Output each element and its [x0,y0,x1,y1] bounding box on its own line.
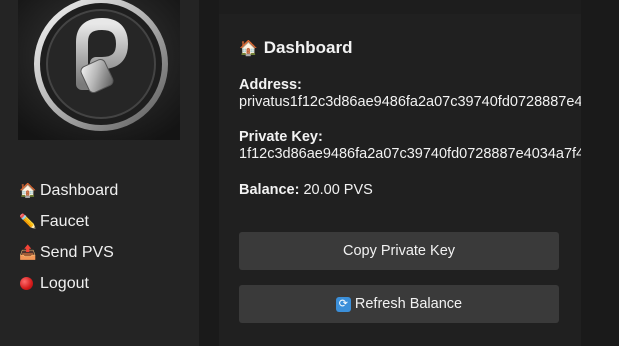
sidebar-item-logout[interactable]: Logout [19,268,118,299]
address-label: Address: [239,77,302,93]
address-value: privatus1f12c3d86ae9486fa2a07c39740fd072… [239,94,581,110]
sidebar-item-label: Faucet [40,212,89,230]
balance-field: Balance: 20.00 PVS [239,182,373,198]
balance-value: 20.00 PVS [303,182,373,198]
private-key-label: Private Key: [239,129,323,145]
outbox-tray-icon: 📤 [19,244,37,260]
refresh-balance-label: Refresh Balance [354,296,463,312]
private-key-field: Private Key: 1f12c3d86ae9486fa2a07c39740… [239,129,581,162]
page-title-text: Dashboard [263,38,353,57]
private-key-value: 1f12c3d86ae9486fa2a07c39740fd0728887e403… [239,146,581,162]
logo-icon [18,0,180,140]
dashboard-panel: 🏠 Dashboard Address: privatus1f12c3d86ae… [219,14,581,346]
house-icon: 🏠 [19,182,37,198]
privatus-logo [18,0,180,140]
refresh-balance-button[interactable]: ⟳ Refresh Balance [239,285,559,323]
sidebar: 🏠 Dashboard ✏️ Faucet 📤 Send PVS Logout [0,0,199,346]
sidebar-item-faucet[interactable]: ✏️ Faucet [19,206,118,237]
sidebar-nav: 🏠 Dashboard ✏️ Faucet 📤 Send PVS Logout [19,175,118,299]
pencil-icon: ✏️ [19,213,37,229]
address-field: Address: privatus1f12c3d86ae9486fa2a07c3… [239,77,581,110]
page-title: 🏠 Dashboard [239,38,352,58]
copy-private-key-label: Copy Private Key [342,243,456,259]
sidebar-item-label: Logout [40,274,89,292]
copy-private-key-button[interactable]: Copy Private Key [239,232,559,270]
house-icon: 🏠 [239,40,258,57]
sidebar-item-label: Send PVS [40,243,114,261]
layout-gutter [199,0,219,346]
refresh-icon: ⟳ [335,296,351,312]
right-gutter [581,0,619,346]
red-circle-icon [20,277,33,290]
sidebar-item-label: Dashboard [40,181,119,199]
sidebar-item-dashboard[interactable]: 🏠 Dashboard [19,175,118,206]
sidebar-item-send-pvs[interactable]: 📤 Send PVS [19,237,118,268]
balance-label: Balance: [239,182,300,198]
